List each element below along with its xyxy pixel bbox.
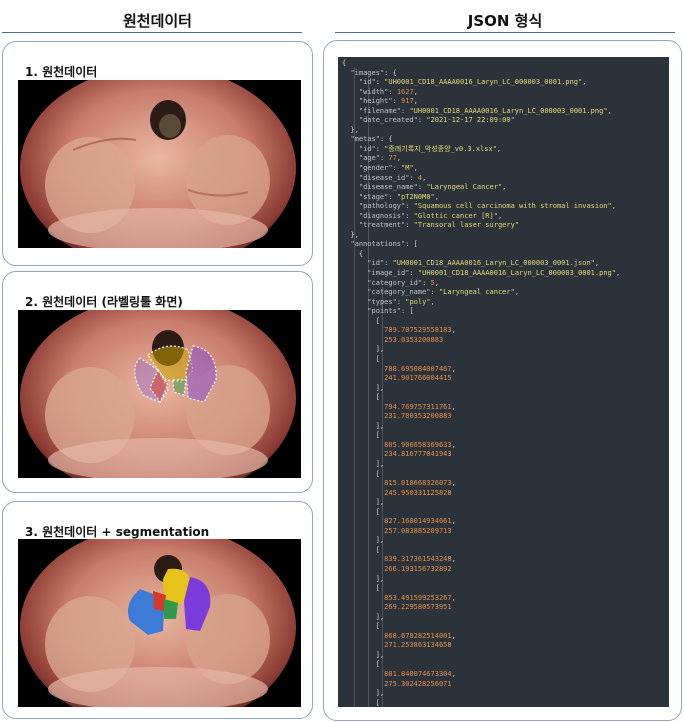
json-line: [: [342, 622, 380, 631]
json-line: [: [342, 431, 380, 440]
card-title-raw: 1. 원천데이터: [25, 65, 98, 79]
json-line: 788.695084007467,: [384, 364, 456, 373]
json-line: [: [342, 469, 380, 478]
json-line: ],: [342, 498, 385, 507]
json-line: 271.253863134658: [384, 641, 452, 650]
json-line: "image_id": "UH0001_CD18_AAAA0016_Laryn_…: [367, 269, 621, 278]
json-line: 231.780353200883: [384, 412, 452, 421]
card-labeling-tool: 2. 원천데이터 (라벨링툴 화면): [2, 271, 313, 493]
json-line: 881.840074673304,: [384, 670, 456, 678]
json-line: 815.018668326073,: [384, 479, 456, 488]
endoscopy-image-raw: [18, 80, 301, 248]
left-title-rule: [2, 32, 302, 33]
json-line: "pathology": "Squamous cell carcinoma wi…: [358, 202, 616, 211]
json-line: "images": {: [350, 68, 397, 77]
card-title-segmentation: 3. 원천데이터 + segmentation: [25, 525, 210, 539]
json-line: [: [342, 393, 380, 402]
json-line: "treatment": "Transoral laser surgery": [358, 221, 520, 230]
json-line: ],: [342, 459, 385, 468]
json-line: [: [342, 660, 380, 669]
json-line: ],: [342, 689, 385, 698]
json-line: "disease_name": "Laryngeal Cancer",: [358, 183, 507, 192]
json-line: 827.168014934661,: [384, 517, 456, 526]
json-line: "types": "poly",: [367, 297, 435, 306]
endoscopy-image-segmented: [18, 539, 301, 707]
json-line: [: [342, 698, 380, 707]
json-line: [: [342, 316, 380, 325]
json-line: 269.229580573951: [384, 603, 452, 612]
json-line: {: [342, 59, 347, 67]
endoscopy-image-labeled: [18, 310, 301, 478]
json-line: "disease_id": 4,: [358, 173, 427, 182]
json-line: {: [342, 249, 364, 258]
json-line: "date_created": "2021-12-17 22:09:00": [358, 116, 515, 125]
json-line: [: [342, 354, 380, 363]
json-line: 234.816777041943: [384, 450, 452, 459]
json-line: ],: [342, 345, 385, 354]
json-line: [: [342, 584, 380, 593]
card-raw-image: 1. 원천데이터: [2, 41, 313, 266]
json-line: ],: [342, 574, 385, 583]
json-line: [: [342, 545, 380, 554]
json-line: 794.769757311761,: [384, 402, 456, 411]
json-line: "width": 1627,: [358, 87, 418, 96]
json-line: "annotations": [: [350, 240, 418, 249]
json-line: "stage": "pT2N0M0",: [358, 192, 439, 201]
json-line: "id": "UH0001_CD18_AAAA0016_Laryn_LC_000…: [367, 259, 600, 268]
json-line: 789.707529558183,: [384, 326, 456, 335]
json-line: ],: [342, 383, 385, 392]
json-line: 266.193156732892: [384, 564, 452, 573]
right-column-title: JSON 형식: [467, 12, 543, 30]
json-line: 853.491599253267,: [384, 593, 456, 602]
json-line: "id": "증례기록지_악성종양_v0.3.xlsx",: [358, 144, 502, 153]
json-line: "height": 917,: [358, 97, 418, 106]
json-line: 257.083885209713: [384, 526, 452, 535]
json-line: },: [342, 125, 359, 134]
json-line: ],: [342, 421, 385, 430]
json-line: "age": 77,: [358, 154, 402, 163]
json-line: },: [342, 230, 359, 239]
left-column-title: 원천데이터: [122, 12, 192, 30]
right-title-rule: [335, 32, 675, 33]
json-line: 245.950331125828: [384, 488, 452, 497]
json-line: 253.0353200883: [384, 335, 444, 344]
card-title-labeling: 2. 원천데이터 (라벨링툴 화면): [25, 295, 183, 309]
json-line: "id": "UH0001_CD18_AAAA0016_Laryn_LC_000…: [358, 78, 587, 87]
json-line: ],: [342, 650, 385, 659]
json-line: [: [342, 507, 380, 516]
json-panel: { "images": { "id": "UH0001_CD18_AAAA001…: [323, 40, 682, 721]
json-line: "gender": "M",: [358, 164, 418, 173]
json-line: "points": [: [367, 307, 414, 316]
json-line: "filename": "UH0001_CD18_AAAA0016_Laryn_…: [358, 106, 612, 115]
json-line: 805.906658369633,: [384, 440, 456, 449]
json-line: "diagnosis": "Glottic cancer [R]",: [358, 211, 503, 220]
json-line: 241.901766004415: [384, 374, 452, 383]
json-line: 275.302428256071: [384, 679, 452, 688]
json-line: "category_id": 5,: [367, 278, 439, 287]
json-line: ],: [342, 536, 385, 545]
json-code-viewer[interactable]: { "images": { "id": "UH0001_CD18_AAAA001…: [338, 57, 669, 707]
card-segmentation: 3. 원천데이터 + segmentation: [2, 501, 313, 719]
json-line: "metas": {: [350, 135, 393, 144]
json-line: "category_name": "Laryngeal cancer",: [367, 288, 520, 297]
json-line: 868.678282514001,: [384, 631, 456, 640]
json-line: 839.317361543248,: [384, 555, 456, 564]
json-code-text: { "images": { "id": "UH0001_CD18_AAAA001…: [342, 59, 620, 707]
json-line: ],: [342, 612, 385, 621]
